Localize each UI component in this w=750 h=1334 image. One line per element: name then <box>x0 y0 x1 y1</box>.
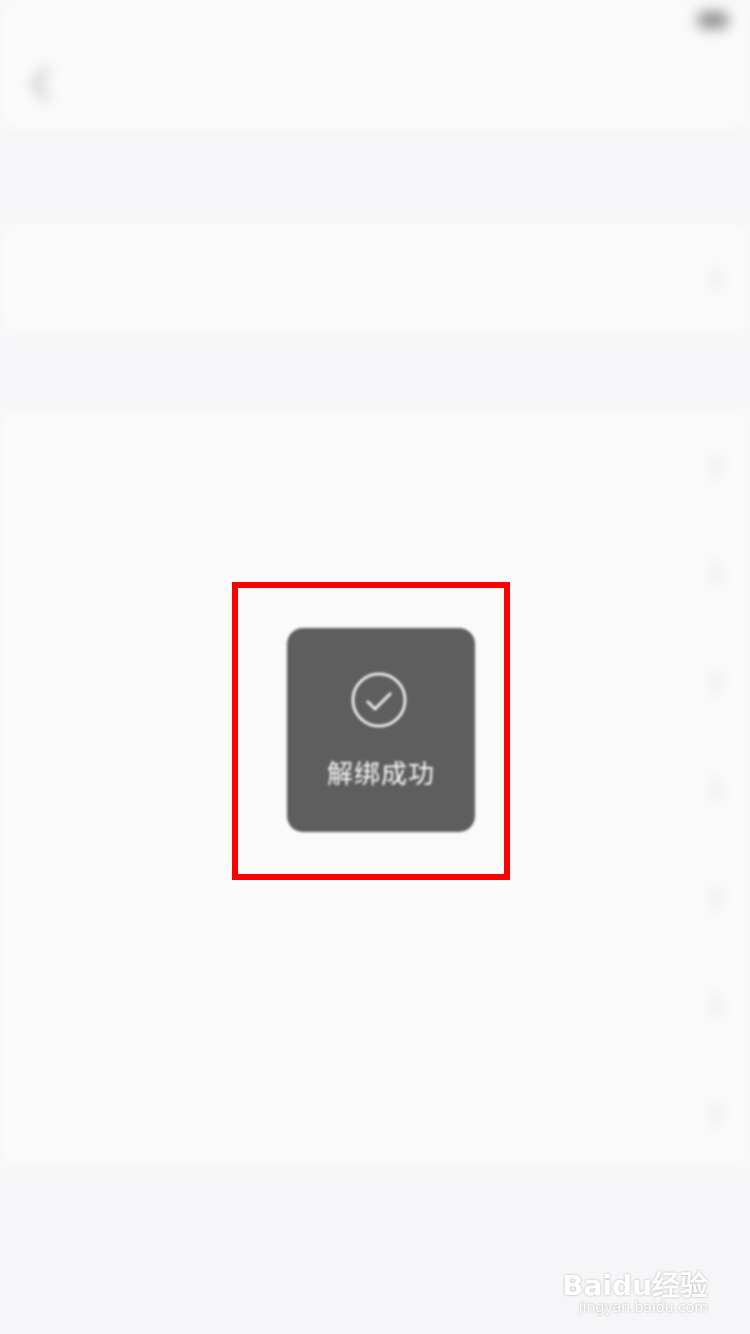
chevron-right-icon <box>697 884 724 911</box>
chevron-right-icon <box>697 452 724 479</box>
watermark-url: jingyan.baidu.com <box>578 1300 708 1316</box>
chevron-right-icon <box>697 560 724 587</box>
bound-item-1[interactable] <box>0 410 750 518</box>
back-arrow-icon[interactable] <box>26 64 60 104</box>
battery-icon <box>698 12 728 28</box>
chevron-right-icon <box>697 266 724 293</box>
chevron-right-icon <box>697 668 724 695</box>
chevron-right-icon <box>697 1100 724 1127</box>
status-bar <box>0 0 750 40</box>
bound-item-6[interactable] <box>0 950 750 1058</box>
cancel-account-row[interactable] <box>0 224 750 332</box>
nav-bar <box>0 40 750 129</box>
chevron-right-icon <box>697 992 724 1019</box>
watermark-logo: Baidu经验 <box>562 1269 708 1302</box>
highlight-box <box>232 582 510 880</box>
chevron-right-icon <box>697 776 724 803</box>
bound-item-7[interactable] <box>0 1058 750 1166</box>
